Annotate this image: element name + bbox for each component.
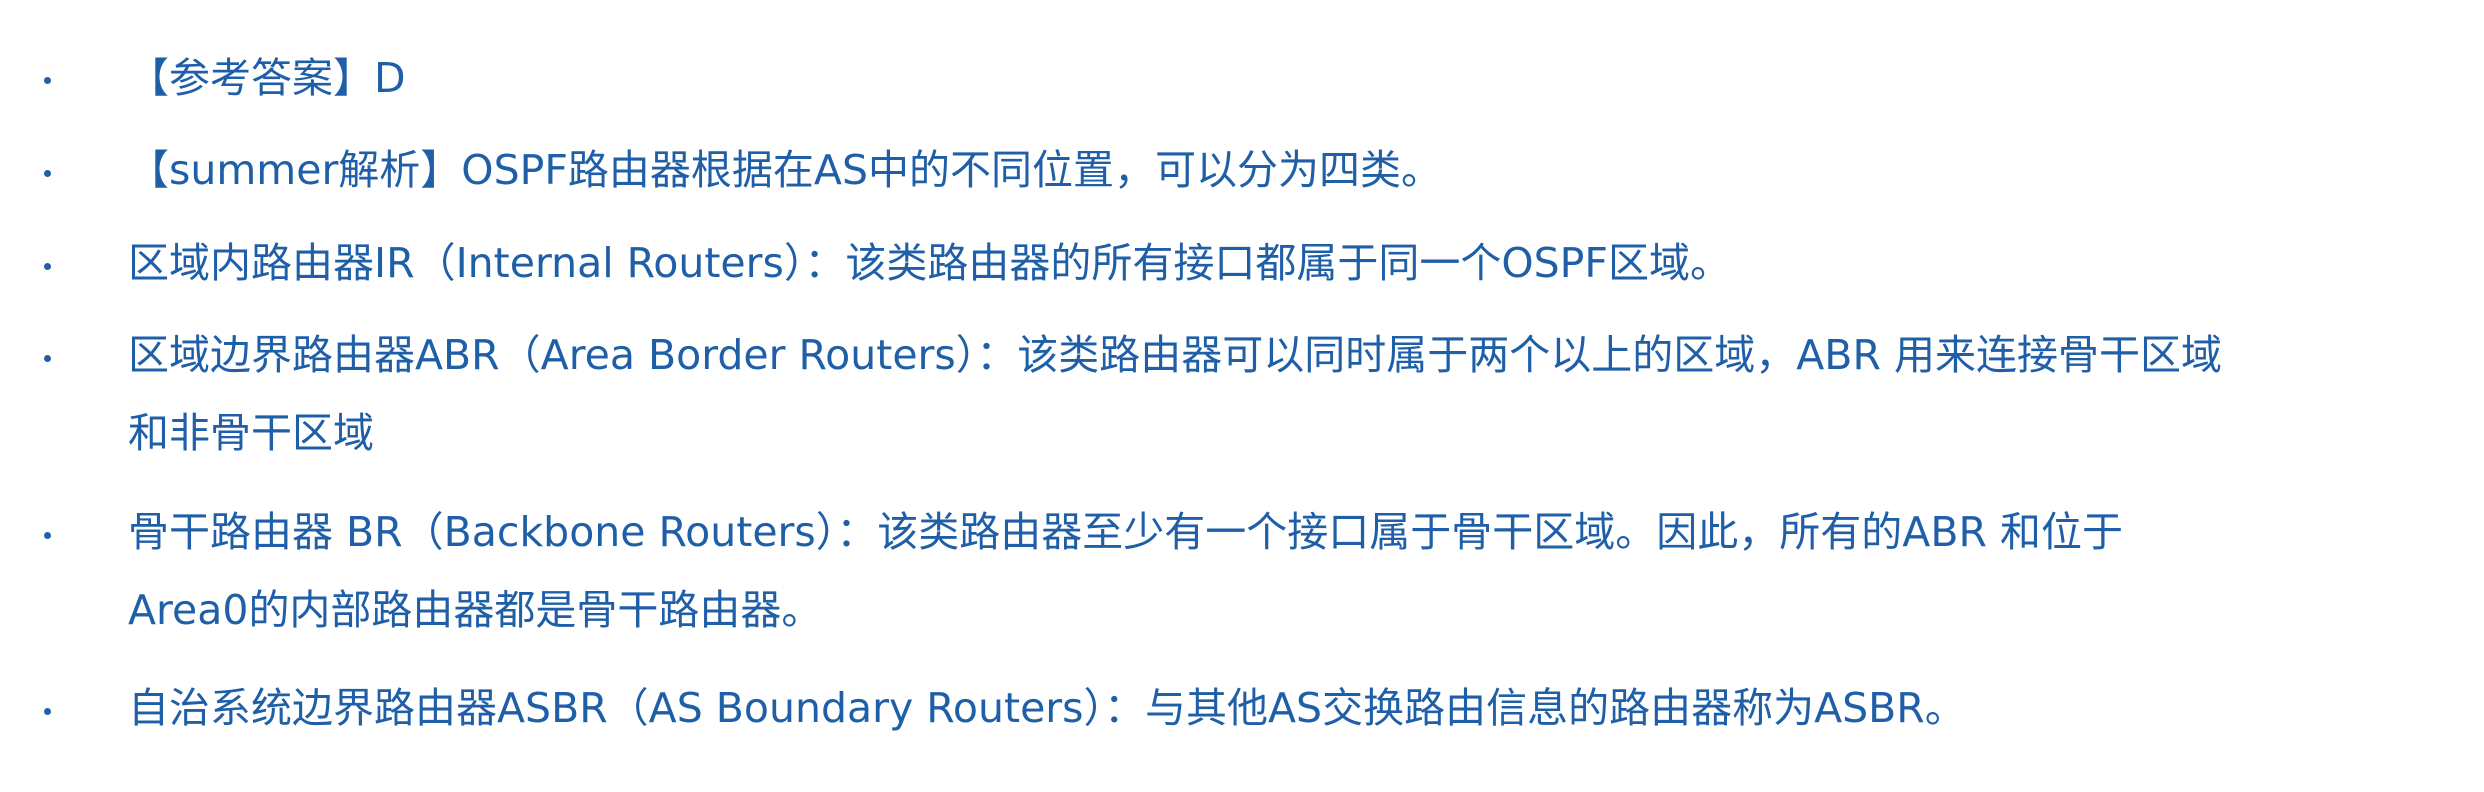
asbr-text: 自治系统边界路由器ASBR（AS Boundary Routers）：与其他AS… — [128, 684, 1966, 732]
analysis-text: 【summer解析】OSPF路由器根据在AS中的不同位置，可以分为四类。 — [128, 146, 1442, 194]
abr-text-line-1: 区域边界路由器ABR（Area Border Routers）：该类路由器可以同… — [128, 331, 2222, 379]
br-text: 骨干路由器 BR（Backbone Routers）：该类路由器至少有一个接口属… — [128, 490, 2468, 652]
abr-text: 区域边界路由器ABR（Area Border Routers）：该类路由器可以同… — [128, 313, 2468, 475]
answer-text: 【参考答案】D — [128, 54, 406, 102]
bullet-dot-icon — [44, 170, 51, 177]
abr-text-line-2: 和非骨干区域 — [128, 409, 374, 457]
bullet-dot-icon — [44, 355, 51, 362]
bullet-dot-icon — [44, 263, 51, 270]
bullet-dot-icon — [44, 532, 51, 539]
br-text-line-2: Area0的内部路由器都是骨干路由器。 — [128, 586, 823, 634]
slide: 【参考答案】D 【summer解析】OSPF路由器根据在AS中的不同位置，可以分… — [0, 0, 2484, 792]
bullet-dot-icon — [44, 708, 51, 715]
br-text-line-1: 骨干路由器 BR（Backbone Routers）：该类路由器至少有一个接口属… — [128, 508, 2123, 556]
ir-text: 区域内路由器IR（Internal Routers）：该类路由器的所有接口都属于… — [128, 239, 1731, 287]
bullet-dot-icon — [44, 77, 51, 84]
